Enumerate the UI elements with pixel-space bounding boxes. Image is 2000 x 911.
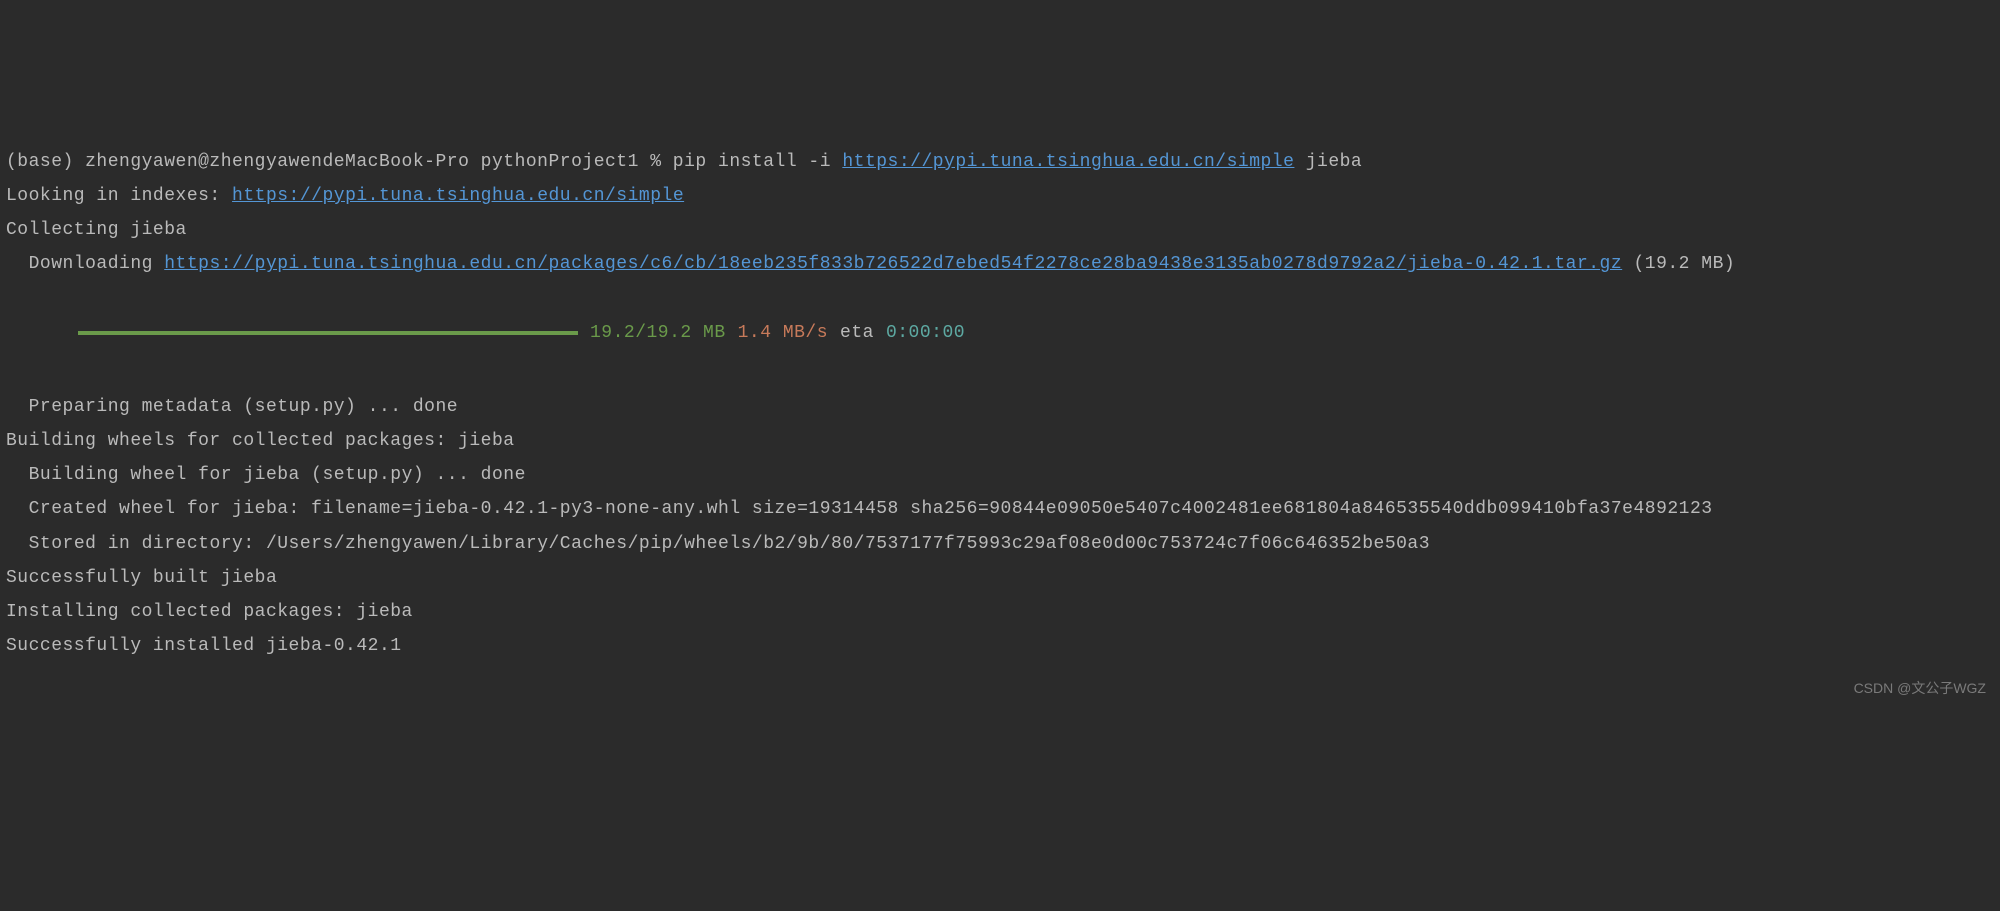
collecting-line: Collecting jieba xyxy=(6,213,1994,247)
created-wheel-line: Created wheel for jieba: filename=jieba-… xyxy=(6,492,1994,526)
watermark: CSDN @文公子WGZ xyxy=(1854,675,1986,702)
progress-bar xyxy=(78,331,578,335)
progress-line: 19.2/19.2 MB 1.4 MB/s eta 0:00:00 xyxy=(6,316,1994,356)
prompt-suffix: jieba xyxy=(1294,152,1362,172)
indexes-line: Looking in indexes: https://pypi.tuna.ts… xyxy=(6,179,1994,213)
built-line: Successfully built jieba xyxy=(6,561,1994,595)
progress-eta-time: 0:00:00 xyxy=(886,324,965,342)
index-url-link[interactable]: https://pypi.tuna.tsinghua.edu.cn/simple xyxy=(842,152,1294,172)
prompt-prefix: (base) zhengyawen@zhengyawendeMacBook-Pr… xyxy=(6,152,842,172)
progress-size: 19.2/19.2 MB xyxy=(590,324,726,342)
installing-line: Installing collected packages: jieba xyxy=(6,595,1994,629)
progress-speed: 1.4 MB/s xyxy=(738,324,828,342)
terminal-prompt-line: (base) zhengyawen@zhengyawendeMacBook-Pr… xyxy=(6,145,1994,179)
indexes-prefix: Looking in indexes: xyxy=(6,186,232,206)
preparing-line: Preparing metadata (setup.py) ... done xyxy=(6,390,1994,424)
building-wheel-line: Building wheel for jieba (setup.py) ... … xyxy=(6,458,1994,492)
stored-line: Stored in directory: /Users/zhengyawen/L… xyxy=(6,527,1994,561)
download-url-link[interactable]: https://pypi.tuna.tsinghua.edu.cn/packag… xyxy=(164,254,1622,274)
progress-eta-label: eta xyxy=(840,324,874,342)
downloading-prefix: Downloading xyxy=(6,254,164,274)
indexes-url-link[interactable]: https://pypi.tuna.tsinghua.edu.cn/simple xyxy=(232,186,684,206)
downloading-suffix: (19.2 MB) xyxy=(1622,254,1735,274)
building-wheels-line: Building wheels for collected packages: … xyxy=(6,424,1994,458)
installed-line: Successfully installed jieba-0.42.1 xyxy=(6,629,1994,663)
downloading-line: Downloading https://pypi.tuna.tsinghua.e… xyxy=(6,247,1994,281)
